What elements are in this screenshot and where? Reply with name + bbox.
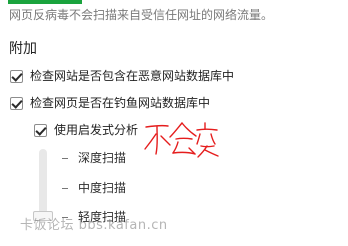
medium-scan-label: 中度扫描 — [78, 181, 127, 195]
heuristic-analysis-label: 使用启发式分析 — [54, 123, 139, 137]
additional-section-title: 附加 — [9, 41, 37, 57]
malicious-db-checkbox[interactable] — [10, 69, 23, 83]
trusted-url-note: 网页反病毒不会扫描来自受信任网址的网络流量。 — [9, 8, 274, 22]
heuristic-analysis-checkbox[interactable] — [34, 123, 47, 137]
malicious-db-label: 检查网站是否包含在恶意网站数据库中 — [30, 69, 235, 83]
medium-scan-tick — [62, 187, 68, 189]
medium-scan-level[interactable]: 中度扫描 — [62, 181, 126, 195]
phishing-db-checkbox[interactable] — [10, 96, 23, 110]
forum-watermark: 卡饭论坛 bbs.kafan.cn — [20, 218, 168, 233]
malicious-db-option[interactable]: 检查网站是否包含在恶意网站数据库中 — [10, 69, 234, 83]
deep-scan-level[interactable]: 深度扫描 — [62, 151, 126, 165]
deep-scan-tick — [62, 157, 68, 159]
handwritten-red-note — [144, 122, 219, 158]
heuristic-analysis-option[interactable]: 使用启发式分析 — [34, 123, 138, 137]
heuristic-level-slider-track[interactable] — [39, 149, 47, 218]
settings-panel: 网页反病毒不会扫描来自受信任网址的网络流量。 附加 检查网站是否包含在恶意网站数… — [0, 0, 348, 246]
top-green-link-strip[interactable] — [8, 0, 82, 4]
phishing-db-label: 检查网页是否在钓鱼网站数据库中 — [30, 96, 211, 110]
deep-scan-label: 深度扫描 — [78, 151, 127, 165]
phishing-db-option[interactable]: 检查网页是否在钓鱼网站数据库中 — [10, 96, 210, 110]
